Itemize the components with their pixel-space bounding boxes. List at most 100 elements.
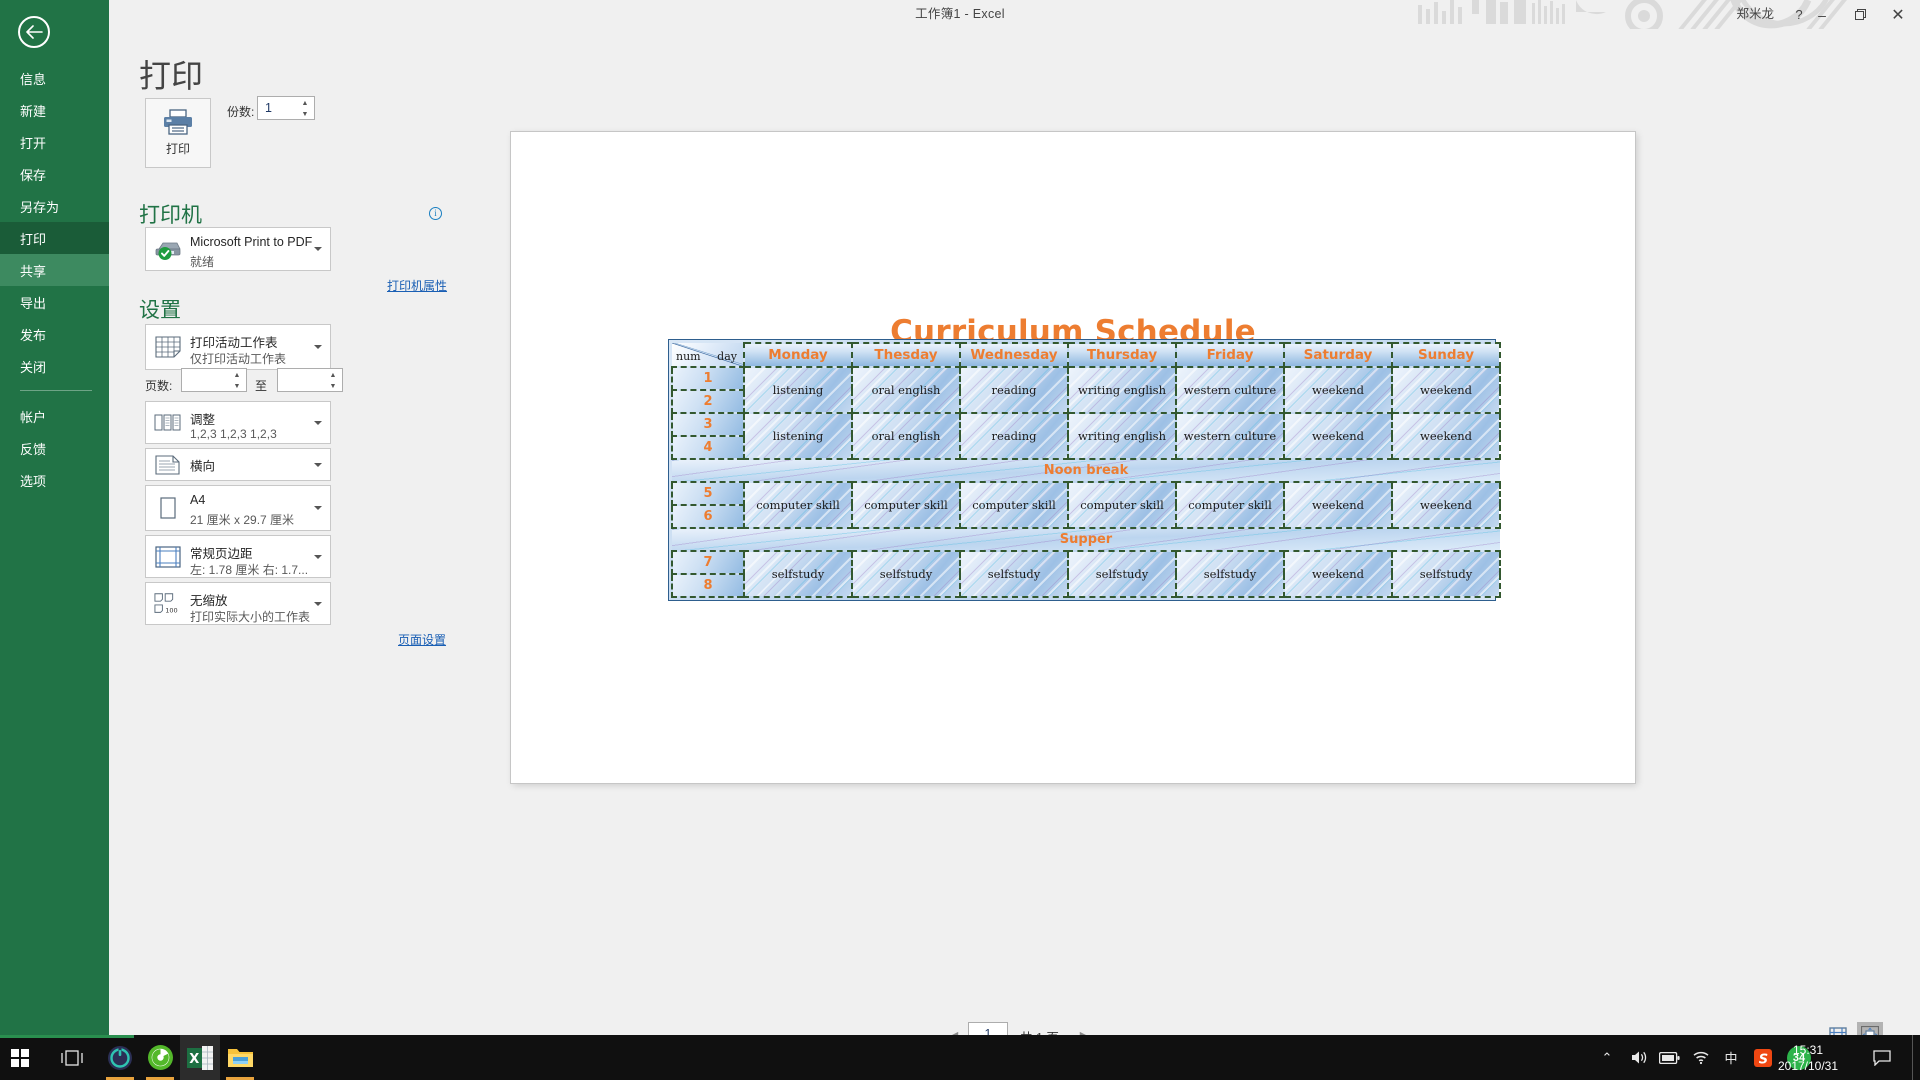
pages-to-label: 至 — [255, 379, 268, 393]
printer-info-icon[interactable]: i — [429, 207, 442, 220]
margins-selector[interactable]: 常规页边距 左: 1.78 厘米 右: 1.7... — [145, 535, 331, 578]
task-view-icon — [61, 1049, 83, 1066]
pages-to-field[interactable]: ▲ ▼ — [277, 368, 343, 392]
class-cell: oral english — [851, 412, 961, 461]
class-cell: computer skill — [851, 481, 961, 529]
battery-button[interactable] — [1656, 1035, 1682, 1080]
day-header-wednesday: Wednesday — [959, 341, 1069, 369]
print-button-label: 打印 — [165, 142, 190, 156]
taskbar-app-excel[interactable]: X — [180, 1035, 220, 1080]
action-center-icon — [1873, 1049, 1891, 1066]
printer-icon — [164, 109, 192, 135]
start-button[interactable] — [0, 1035, 40, 1080]
tray-overflow-button[interactable]: ⌃ — [1594, 1035, 1620, 1080]
account-name[interactable]: 郑米龙 — [1736, 0, 1774, 29]
preview-page: Curriculum Schedule num day Monday Thesd… — [511, 132, 1635, 783]
class-cell: selfstudy — [1067, 549, 1177, 599]
chevron-down-icon — [314, 345, 322, 349]
pages-from-decrement-button[interactable]: ▼ — [229, 381, 245, 392]
copies-input[interactable] — [265, 101, 299, 115]
class-cell: western culture — [1175, 412, 1285, 461]
scaling-selector[interactable]: 100 无缩放 打印实际大小的工作表 — [145, 582, 331, 625]
pages-from-field[interactable]: ▲ ▼ — [181, 368, 247, 392]
orientation-title: 横向 — [190, 459, 216, 473]
task-view-button[interactable] — [52, 1035, 92, 1080]
day-header-thursday: Thursday — [1067, 341, 1177, 369]
orientation-selector[interactable]: 横向 — [145, 448, 331, 481]
sidebar-item-account[interactable]: 帐户 — [0, 400, 109, 432]
print-range-selector[interactable]: 打印活动工作表 仅打印活动工作表 — [145, 324, 331, 370]
volume-icon — [1631, 1051, 1646, 1064]
copies-increment-button[interactable]: ▲ — [297, 98, 313, 109]
wifi-icon — [1693, 1051, 1709, 1065]
period-number-1: 1 — [671, 366, 745, 392]
pages-from-input[interactable] — [187, 373, 227, 387]
taskbar-app-file-explorer[interactable] — [220, 1035, 260, 1080]
printer-name: Microsoft Print to PDF — [190, 235, 313, 249]
collate-selector[interactable]: 调整 1,2,3 1,2,3 1,2,3 — [145, 401, 331, 444]
sidebar-item-open[interactable]: 打开 — [0, 126, 109, 158]
sidebar-item-new[interactable]: 新建 — [0, 94, 109, 126]
clock-time: 15:31 — [1792, 1042, 1824, 1057]
day-header-saturday: Saturday — [1283, 341, 1393, 369]
ime-language-button[interactable]: 中 — [1718, 1035, 1744, 1080]
class-cell: weekend — [1391, 412, 1501, 461]
pages-to-decrement-button[interactable]: ▼ — [325, 381, 341, 392]
volume-button[interactable] — [1626, 1035, 1652, 1080]
back-arrow-button[interactable] — [18, 16, 50, 48]
pages-from-increment-button[interactable]: ▲ — [229, 370, 245, 381]
taskbar-app-360-browser[interactable] — [140, 1035, 180, 1080]
scaling-icon: 100 — [154, 590, 182, 618]
sidebar-divider — [20, 390, 92, 391]
chevron-down-icon — [314, 506, 322, 510]
class-cell: listening — [743, 412, 853, 461]
print-button[interactable]: 打印 — [145, 98, 211, 168]
copies-decrement-button[interactable]: ▼ — [297, 109, 313, 120]
schedule-table-container: num day Monday Thesday Wednesday Thursda… — [668, 339, 1501, 601]
printer-small-icon — [154, 235, 182, 263]
print-range-title: 打印活动工作表 — [190, 336, 278, 350]
collate-title: 调整 — [190, 413, 216, 427]
class-cell: computer skill — [959, 481, 1069, 529]
pages-to-input[interactable] — [283, 373, 323, 387]
window-title: 工作簿1 - Excel — [915, 7, 1005, 21]
sidebar-item-info[interactable]: 信息 — [0, 62, 109, 94]
pages-to-increment-button[interactable]: ▲ — [325, 370, 341, 381]
copies-label: 份数: — [227, 105, 255, 119]
show-desktop-button[interactable] — [1912, 1035, 1920, 1080]
table-row: 7 selfstudy selfstudy selfstudy selfstud… — [671, 549, 1501, 599]
restore-icon — [1854, 9, 1866, 20]
sidebar-item-save-as[interactable]: 另存为 — [0, 190, 109, 222]
windows-taskbar: X ⌃ 中 S 34 15:31 2017/10/31 — [0, 1035, 1920, 1080]
taskbar-app-browser[interactable] — [100, 1035, 140, 1080]
table-row: 3 listening oral english reading writing… — [671, 412, 1501, 461]
class-cell: reading — [959, 366, 1069, 415]
period-number-6: 6 — [671, 504, 745, 529]
sidebar-item-publish[interactable]: 发布 — [0, 318, 109, 350]
copies-field[interactable]: ▲ ▼ — [257, 96, 315, 120]
sidebar-item-feedback[interactable]: 反馈 — [0, 432, 109, 464]
close-button[interactable]: ✕ — [1876, 0, 1920, 29]
worksheet-grid-icon — [154, 333, 182, 361]
paper-size-selector[interactable]: A4 21 厘米 x 29.7 厘米 — [145, 485, 331, 531]
excel-icon: X — [187, 1045, 213, 1070]
period-number-8: 8 — [671, 572, 745, 599]
wifi-button[interactable] — [1688, 1035, 1714, 1080]
page-setup-link[interactable]: 页面设置 — [398, 631, 446, 648]
action-center-button[interactable] — [1862, 1035, 1902, 1080]
sidebar-item-export[interactable]: 导出 — [0, 286, 109, 318]
table-corner-cell: num day — [672, 343, 745, 369]
sidebar-item-save[interactable]: 保存 — [0, 158, 109, 190]
paper-size-subtitle: 21 厘米 x 29.7 厘米 — [190, 513, 295, 527]
clock-area[interactable]: 15:31 2017/10/31 — [1760, 1035, 1856, 1080]
collate-subtitle: 1,2,3 1,2,3 1,2,3 — [190, 427, 277, 441]
sidebar-item-options[interactable]: 选项 — [0, 464, 109, 496]
sidebar-item-close[interactable]: 关闭 — [0, 350, 109, 382]
table-break-row: Noon break — [672, 458, 1500, 484]
sidebar-item-share[interactable]: 共享 — [0, 254, 109, 286]
printer-selector[interactable]: Microsoft Print to PDF 就绪 — [145, 227, 331, 271]
day-header-friday: Friday — [1175, 341, 1285, 369]
day-header-sunday: Sunday — [1391, 341, 1501, 369]
printer-properties-link[interactable]: 打印机属性 — [387, 277, 447, 294]
sidebar-item-print[interactable]: 打印 — [0, 222, 109, 254]
